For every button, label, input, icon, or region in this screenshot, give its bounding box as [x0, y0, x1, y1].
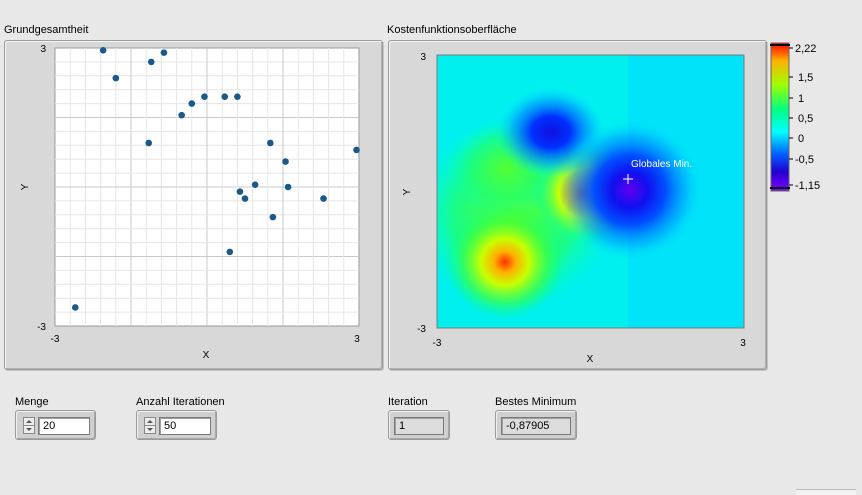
scatter-point [269, 213, 277, 221]
best-min-value: -0,87905 [501, 417, 571, 435]
global-min-annotation: Globales Min. [631, 159, 692, 170]
scatter-point [282, 158, 289, 165]
scatter-point [234, 93, 241, 100]
colorbar-label: -0,5 [795, 154, 814, 166]
surface-chart-panel: Globales Min. 3 -3 -3 3 X Y [388, 40, 767, 370]
scatter-point [160, 49, 168, 56]
surface-global-min-region [558, 120, 702, 260]
population-x-min: -3 [51, 334, 60, 345]
scatter-point [145, 139, 153, 147]
surface-y-min: -3 [417, 324, 426, 335]
menge-decrement-button[interactable] [24, 426, 34, 434]
population-x-label: X [203, 350, 210, 361]
colorbar-label-max: 2,22 [795, 43, 816, 55]
best-min-indicator: -0,87905 [495, 410, 577, 440]
surface-heatmap [437, 55, 744, 328]
iterations-control: 50 [136, 410, 217, 440]
menge-input[interactable]: 20 [38, 417, 90, 435]
colorbar-ticks [789, 47, 793, 186]
population-grid [55, 48, 359, 326]
scatter-point [267, 139, 274, 147]
scatter-point [251, 181, 259, 188]
surface-colorbar: 2,22 1,5 1 0,5 0 -0,5 -1,15 [770, 42, 820, 192]
colorbar-label: 0 [798, 133, 804, 145]
menge-spinner[interactable] [23, 417, 35, 434]
population-chart-panel: 3 -3 -3 3 X Y [4, 40, 383, 370]
surface-y-label: Y [402, 188, 413, 195]
surface-x-min: -3 [433, 338, 442, 349]
colorbar-ramp [770, 42, 790, 192]
population-chart: 3 -3 -3 3 X Y [20, 44, 360, 361]
scatter-point [353, 146, 360, 154]
scatter-point [241, 195, 249, 202]
scatter-point [71, 304, 79, 311]
iteration-value: 1 [394, 417, 444, 435]
surface-y-max: 3 [420, 52, 426, 63]
surface-chart: Globales Min. 3 -3 -3 3 X Y [402, 52, 746, 365]
colorbar-label: 1,5 [798, 72, 813, 84]
scatter-point [112, 74, 120, 82]
best-min-label: Bestes Minimum [495, 396, 577, 408]
colorbar-label: 0,5 [798, 113, 813, 125]
scatter-point [284, 183, 292, 191]
scatter-point [147, 58, 155, 66]
menge-label: Menge [15, 396, 49, 408]
iteration-label: Iteration [388, 396, 428, 408]
iterations-spinner[interactable] [144, 417, 156, 434]
population-x-max: 3 [354, 334, 360, 345]
scatter-point [226, 248, 234, 256]
scatter-point [236, 188, 244, 195]
iteration-indicator: 1 [388, 410, 450, 440]
iterations-label: Anzahl Iterationen [136, 396, 225, 408]
scatter-point [221, 93, 229, 100]
colorbar-label-min: -1,15 [795, 180, 820, 192]
colorbar-label: 1 [798, 93, 804, 105]
scatter-point [188, 100, 196, 107]
menge-increment-button[interactable] [24, 418, 34, 426]
scatter-point [178, 111, 185, 119]
iterations-increment-button[interactable] [145, 418, 155, 426]
population-y-min: -3 [37, 322, 46, 333]
menge-control: 20 [15, 410, 96, 440]
surface-x-label: X [587, 354, 594, 365]
surface-x-max: 3 [740, 338, 746, 349]
scatter-point [320, 195, 327, 202]
corner-button-edge[interactable] [796, 489, 856, 495]
iterations-input[interactable]: 50 [159, 417, 211, 435]
scatter-point [99, 47, 107, 54]
population-y-max: 3 [40, 44, 46, 55]
iterations-decrement-button[interactable] [145, 426, 155, 434]
surface-chart-title: Kostenfunktionsoberfläche [387, 24, 517, 36]
population-y-label: Y [20, 183, 31, 190]
scatter-point [201, 93, 208, 100]
population-chart-title: Grundgesamtheit [4, 24, 89, 36]
